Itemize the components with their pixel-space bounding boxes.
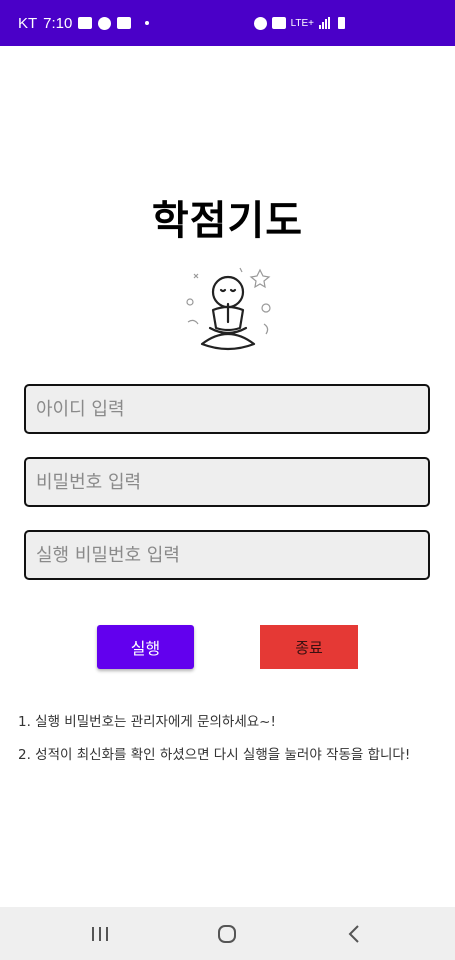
status-left: KT 7:10 (18, 0, 150, 46)
home-icon (218, 924, 236, 943)
status-bar: KT 7:10 LTE+ (0, 0, 455, 46)
image-icon (78, 17, 93, 29)
mute-icon (271, 17, 286, 29)
battery-icon (338, 17, 345, 29)
note-refresh: 2. 성적이 최신화를 확인 하셨으면 다시 실행을 눌러야 작동을 합니다! (18, 747, 411, 763)
status-right: LTE+ (253, 0, 345, 46)
praying-character-illustration (186, 267, 271, 351)
note-icon (117, 17, 132, 29)
network-label: LTE+ (290, 17, 314, 29)
back-icon (348, 924, 359, 943)
home-button[interactable] (197, 907, 257, 960)
clock: 7:10 (43, 14, 73, 32)
navigation-bar (0, 907, 455, 960)
id-input[interactable] (24, 384, 430, 434)
dot-icon (145, 21, 150, 25)
recents-button[interactable] (70, 907, 130, 960)
alarm-icon (253, 16, 267, 30)
run-password-input[interactable] (24, 530, 430, 580)
exit-button-label: 종료 (295, 638, 323, 657)
signal-icon (319, 17, 333, 29)
exit-button[interactable]: 종료 (260, 625, 358, 669)
recents-icon (92, 926, 108, 941)
app-title: 학점기도 (151, 198, 304, 244)
chat-icon (98, 16, 112, 30)
back-button[interactable] (324, 907, 384, 960)
password-input[interactable] (24, 457, 430, 507)
run-button-label: 실행 (130, 639, 161, 658)
note-run-password: 1. 실행 비밀번호는 관리자에게 문의하세요~! (18, 714, 276, 730)
run-button[interactable]: 실행 (97, 625, 194, 669)
carrier-label: KT (18, 14, 38, 32)
